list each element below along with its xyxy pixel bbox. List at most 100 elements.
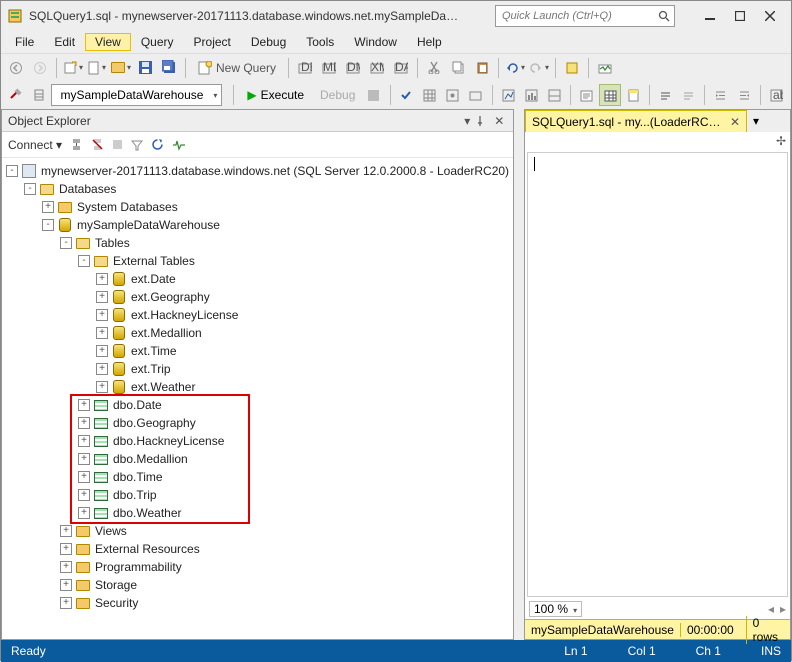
expand-twister[interactable]: + bbox=[96, 273, 108, 285]
tree-folder-views[interactable]: +Views bbox=[6, 522, 513, 540]
new-query-button[interactable]: New Query bbox=[191, 57, 283, 79]
tree-ext-table[interactable]: +ext.Geography bbox=[6, 288, 513, 306]
menu-file[interactable]: File bbox=[5, 33, 44, 51]
expand-twister[interactable]: + bbox=[96, 381, 108, 393]
change-connection-button[interactable] bbox=[5, 84, 26, 106]
split-handle-icon[interactable]: ✢ bbox=[772, 132, 790, 150]
client-stats-button[interactable] bbox=[544, 84, 565, 106]
connect-dropdown[interactable]: Connect ▾ bbox=[8, 138, 62, 152]
tree-ext-table[interactable]: +ext.Medallion bbox=[6, 324, 513, 342]
copy-button[interactable] bbox=[447, 57, 469, 79]
close-button[interactable] bbox=[755, 5, 785, 27]
collapse-twister[interactable]: - bbox=[60, 237, 72, 249]
uncomment-button[interactable] bbox=[678, 84, 699, 106]
refresh-icon[interactable] bbox=[151, 138, 164, 151]
specify-values-button[interactable]: ab bbox=[766, 84, 787, 106]
live-stats-button[interactable] bbox=[521, 84, 542, 106]
debug-button[interactable]: Debug bbox=[314, 88, 361, 102]
panel-dropdown-button[interactable]: ▾ bbox=[459, 114, 475, 128]
query-options-button[interactable] bbox=[442, 84, 463, 106]
expand-twister[interactable]: + bbox=[60, 579, 72, 591]
database-selector[interactable]: mySampleDataWarehouse ▾ bbox=[51, 84, 222, 106]
tree-dbo-table[interactable]: +dbo.Time bbox=[6, 468, 513, 486]
expand-twister[interactable]: + bbox=[78, 435, 90, 447]
expand-twister[interactable]: + bbox=[96, 345, 108, 357]
tree-databases[interactable]: -Databases bbox=[6, 180, 513, 198]
activity-monitor-icon[interactable] bbox=[172, 139, 186, 151]
menu-tools[interactable]: Tools bbox=[296, 33, 344, 51]
results-file-button[interactable] bbox=[623, 84, 644, 106]
tree-ext-table[interactable]: +ext.Trip bbox=[6, 360, 513, 378]
scroll-right-button[interactable]: ▸ bbox=[780, 602, 786, 616]
minimize-button[interactable] bbox=[695, 5, 725, 27]
menu-edit[interactable]: Edit bbox=[44, 33, 85, 51]
splitter[interactable] bbox=[514, 109, 524, 640]
tree-ext-table[interactable]: +ext.Date bbox=[6, 270, 513, 288]
tree-folder-security[interactable]: +Security bbox=[6, 594, 513, 612]
expand-twister[interactable]: + bbox=[96, 291, 108, 303]
panel-close-button[interactable]: ✕ bbox=[491, 114, 507, 128]
tree-folder-external-resources[interactable]: +External Resources bbox=[6, 540, 513, 558]
tree-dbo-table[interactable]: +dbo.Weather bbox=[6, 504, 513, 522]
scroll-left-button[interactable]: ◂ bbox=[768, 602, 774, 616]
expand-twister[interactable]: + bbox=[96, 363, 108, 375]
expand-twister[interactable]: + bbox=[96, 327, 108, 339]
mdx-button[interactable]: MDX bbox=[318, 57, 340, 79]
disconnect-icon[interactable] bbox=[91, 138, 104, 151]
expand-twister[interactable]: + bbox=[78, 399, 90, 411]
expand-twister[interactable]: + bbox=[78, 471, 90, 483]
expand-twister[interactable]: + bbox=[60, 525, 72, 537]
new-project-button[interactable]: ▾ bbox=[62, 57, 84, 79]
activity-button[interactable] bbox=[594, 57, 616, 79]
tree-ext-table[interactable]: +ext.HackneyLicense bbox=[6, 306, 513, 324]
cut-button[interactable] bbox=[423, 57, 445, 79]
maximize-button[interactable] bbox=[725, 5, 755, 27]
comment-button[interactable] bbox=[655, 84, 676, 106]
estimated-plan-button[interactable] bbox=[419, 84, 440, 106]
expand-twister[interactable]: + bbox=[78, 489, 90, 501]
tree-system-databases[interactable]: +System Databases bbox=[6, 198, 513, 216]
menu-help[interactable]: Help bbox=[407, 33, 452, 51]
expand-twister[interactable]: + bbox=[78, 453, 90, 465]
tree-dbo-table[interactable]: +dbo.Trip bbox=[6, 486, 513, 504]
tree-ext-table[interactable]: +ext.Weather bbox=[6, 378, 513, 396]
quick-launch-input[interactable] bbox=[500, 9, 658, 23]
expand-twister[interactable]: + bbox=[96, 309, 108, 321]
collapse-twister[interactable]: - bbox=[6, 165, 18, 177]
zoom-selector[interactable]: 100 % ▾ bbox=[529, 601, 582, 617]
tree-dbo-table[interactable]: +dbo.Date bbox=[6, 396, 513, 414]
results-text-button[interactable] bbox=[576, 84, 597, 106]
undo-button[interactable]: ▾ bbox=[504, 57, 526, 79]
dax-button[interactable]: DAX bbox=[390, 57, 412, 79]
menu-window[interactable]: Window bbox=[344, 33, 407, 51]
expand-twister[interactable]: + bbox=[78, 417, 90, 429]
parse-button[interactable] bbox=[396, 84, 417, 106]
intellisense-button[interactable] bbox=[465, 84, 486, 106]
include-plan-button[interactable] bbox=[497, 84, 518, 106]
tree-user-database[interactable]: -mySampleDataWarehouse bbox=[6, 216, 513, 234]
sql-editor[interactable] bbox=[527, 152, 788, 597]
menu-project[interactable]: Project bbox=[184, 33, 241, 51]
outdent-button[interactable] bbox=[734, 84, 755, 106]
find-button[interactable] bbox=[561, 57, 583, 79]
expand-twister[interactable]: + bbox=[60, 597, 72, 609]
indent-button[interactable] bbox=[710, 84, 731, 106]
nav-fwd-button[interactable] bbox=[29, 57, 51, 79]
tab-overflow-button[interactable]: ▾ bbox=[747, 110, 765, 132]
tree-dbo-table[interactable]: +dbo.HackneyLicense bbox=[6, 432, 513, 450]
panel-pin-button[interactable] bbox=[475, 116, 491, 126]
save-all-button[interactable] bbox=[158, 57, 180, 79]
execute-button[interactable]: ▶ Execute bbox=[239, 84, 312, 106]
tree-folder-storage[interactable]: +Storage bbox=[6, 576, 513, 594]
document-tab[interactable]: SQLQuery1.sql - my...(LoaderRC20 (125)) … bbox=[525, 110, 747, 132]
expand-twister[interactable]: + bbox=[60, 543, 72, 555]
close-icon[interactable]: ✕ bbox=[730, 115, 740, 129]
tree-folder-programmability[interactable]: +Programmability bbox=[6, 558, 513, 576]
expand-twister[interactable]: + bbox=[60, 561, 72, 573]
object-explorer-tree[interactable]: -mynewserver-20171113.database.windows.n… bbox=[2, 158, 513, 616]
menu-view[interactable]: View bbox=[85, 33, 131, 51]
tree-server[interactable]: -mynewserver-20171113.database.windows.n… bbox=[6, 162, 513, 180]
paste-button[interactable] bbox=[471, 57, 493, 79]
tree-tables[interactable]: -Tables bbox=[6, 234, 513, 252]
save-button[interactable] bbox=[134, 57, 156, 79]
